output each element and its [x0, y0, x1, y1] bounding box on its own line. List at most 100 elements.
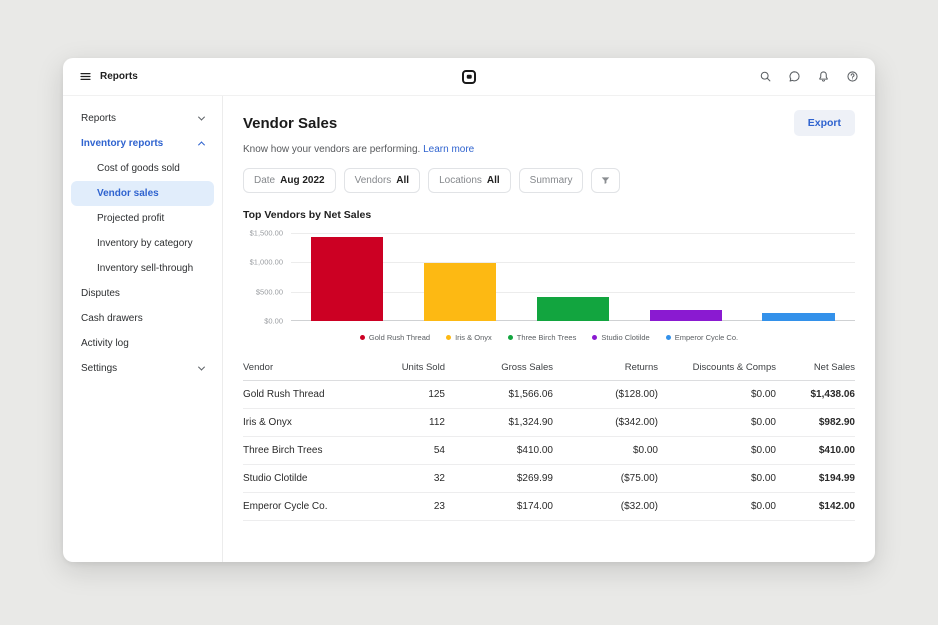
legend-dot [592, 335, 598, 340]
subtitle-text: Know how your vendors are performing. [243, 144, 421, 155]
legend-dot [665, 335, 671, 340]
sidebar-item-disputes[interactable]: Disputes [71, 281, 214, 306]
table-cell: $0.00 [750, 417, 776, 428]
bar-slot [517, 233, 630, 321]
table-row: Iris & Onyx 112 $1,324.90 ($342.00) $0.00 $98… [243, 409, 855, 437]
sidebar-item-label: Inventory sell-through [97, 263, 194, 274]
table-cell: $174.00 [516, 501, 553, 512]
y-axis-tick: $1,500.00 [249, 228, 283, 238]
table-cell: Studio Clotilde [243, 473, 308, 484]
learn-more-link[interactable]: Learn more [423, 144, 474, 155]
table-cell: $142.00 [818, 501, 855, 512]
messages-icon[interactable] [788, 70, 801, 83]
column-header-returns[interactable]: Returns [553, 356, 658, 380]
sidebar-item-cash-drawers[interactable]: Cash drawers [71, 306, 214, 331]
bar-iris-onyx[interactable] [424, 263, 497, 321]
hamburger-menu-icon[interactable] [79, 70, 92, 83]
notifications-bell-icon[interactable] [817, 70, 830, 83]
filter-label: Locations [439, 175, 482, 186]
bar-chart: $1,500.00 $1,000.00 $500.00 $0.00 [243, 229, 855, 326]
bar-gold-rush-thread[interactable] [311, 236, 384, 321]
sidebar-item-label: Activity log [81, 338, 129, 349]
table-cell: $410.00 [818, 445, 855, 456]
sidebar-item-projected-profit[interactable]: Projected profit [71, 206, 214, 231]
table-cell: Gold Rush Thread [243, 389, 325, 400]
filter-value: All [396, 175, 410, 186]
chart-bars [291, 233, 855, 321]
page-title: Vendor Sales [243, 114, 338, 132]
table-cell: 54 [433, 445, 445, 456]
legend-label: Studio Clotilde [601, 333, 650, 342]
summary-filter-chip[interactable]: Summary [518, 168, 584, 193]
filter-label: Summary [529, 175, 573, 186]
legend-item[interactable]: Three Birch Trees [507, 333, 577, 342]
table-header-row: Vendor Units Sold Gross Sales Returns Di… [243, 356, 855, 381]
bar-slot [291, 233, 404, 321]
table-cell: $0.00 [750, 473, 776, 484]
legend-label: Iris & Onyx [455, 333, 492, 342]
topbar-reports-label[interactable]: Reports [100, 71, 138, 82]
top-bar: Reports [63, 58, 875, 96]
page-subtitle: Know how your vendors are performing. Le… [243, 144, 855, 155]
sidebar-item-vendor-sales[interactable]: Vendor sales [71, 181, 214, 206]
sidebar-item-label: Projected profit [97, 213, 165, 224]
y-axis-tick: $500.00 [255, 287, 283, 297]
table-cell: ($342.00) [615, 417, 658, 428]
table-cell: 125 [428, 389, 445, 400]
table-cell: $269.99 [516, 473, 553, 484]
table-row: Emperor Cycle Co. 23 $174.00 ($32.00) $0.00 $… [243, 493, 855, 521]
square-logo[interactable] [462, 69, 476, 84]
legend-label: Gold Rush Thread [368, 333, 431, 342]
sidebar-item-settings[interactable]: Settings [71, 356, 214, 381]
legend-label: Three Birch Trees [516, 333, 577, 342]
locations-filter-chip[interactable]: Locations All [428, 168, 511, 193]
sidebar-item-inventory-by-category[interactable]: Inventory by category [71, 231, 214, 256]
table-cell: $0.00 [750, 389, 776, 400]
sidebar-item-cost-of-goods-sold[interactable]: Cost of goods sold [71, 156, 214, 181]
bar-emperor-cycle-co-[interactable] [762, 312, 835, 321]
chart-y-axis: $1,500.00 $1,000.00 $500.00 $0.00 [243, 229, 291, 326]
legend-item[interactable]: Gold Rush Thread [359, 333, 431, 342]
filter-label: Date [254, 175, 276, 186]
sidebar-item-inventory-reports[interactable]: Inventory reports [71, 131, 214, 156]
column-header-units-sold[interactable]: Units Sold [383, 356, 445, 380]
bar-slot [404, 233, 517, 321]
y-axis-tick: $0.00 [264, 316, 283, 326]
column-header-net-sales[interactable]: Net Sales [776, 356, 855, 380]
search-icon[interactable] [759, 70, 772, 83]
export-button[interactable]: Export [793, 110, 855, 136]
chevron-up-icon [197, 141, 206, 149]
help-icon[interactable] [846, 70, 859, 83]
column-header-discounts-comps[interactable]: Discounts & Comps [658, 356, 776, 380]
legend-dot [507, 335, 513, 340]
chart-legend: Gold Rush Thread Iris & Onyx Three Birch T… [243, 333, 855, 342]
vendors-filter-chip[interactable]: Vendors All [343, 168, 421, 193]
legend-item[interactable]: Studio Clotilde [592, 333, 650, 342]
sidebar-item-label: Inventory by category [97, 238, 193, 249]
table-cell: $0.00 [750, 445, 776, 456]
date-filter-chip[interactable]: Date Aug 2022 [243, 168, 336, 193]
table-row: Studio Clotilde 32 $269.99 ($75.00) $0.00 $19… [243, 465, 855, 493]
table-cell: ($128.00) [615, 389, 658, 400]
legend-dot [446, 335, 452, 340]
filter-funnel-button[interactable] [591, 168, 621, 193]
legend-item[interactable]: Emperor Cycle Co. [665, 333, 739, 342]
bar-studio-clotilde[interactable] [649, 309, 722, 321]
legend-item[interactable]: Iris & Onyx [446, 333, 492, 342]
sidebar-item-inventory-sell-through[interactable]: Inventory sell-through [71, 256, 214, 281]
table-cell: $410.00 [516, 445, 553, 456]
table-cell: Emperor Cycle Co. [243, 501, 328, 512]
sidebar-item-reports[interactable]: Reports [71, 106, 214, 131]
sidebar-item-activity-log[interactable]: Activity log [71, 331, 214, 356]
bar-three-birch-trees[interactable] [536, 296, 610, 321]
legend-label: Emperor Cycle Co. [674, 333, 739, 342]
filter-value: Aug 2022 [280, 175, 325, 186]
column-header-vendor[interactable]: Vendor [243, 356, 383, 380]
sidebar-item-label: Reports [81, 113, 117, 124]
column-header-gross-sales[interactable]: Gross Sales [445, 356, 553, 380]
bar-slot [629, 233, 742, 321]
chevron-down-icon [197, 113, 206, 121]
vendor-table-body: Gold Rush Thread 125 $1,566.06 ($128.00) $0.… [243, 381, 855, 521]
table-cell: $982.90 [818, 417, 855, 428]
table-cell: 112 [429, 417, 445, 428]
